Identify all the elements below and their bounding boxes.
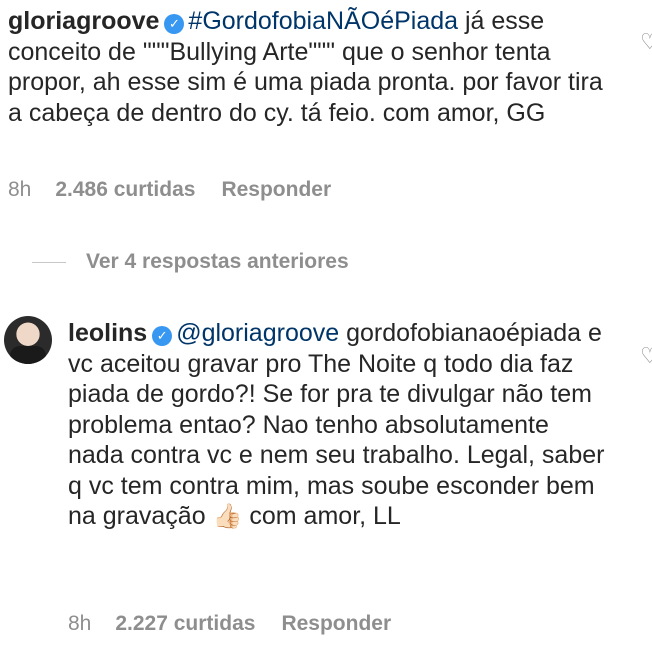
- verified-badge-icon: ✓: [152, 326, 173, 346]
- view-replies-label: Ver 4 respostas anteriores: [86, 250, 349, 273]
- thumbs-up-emoji-icon: 👍🏻: [212, 503, 243, 530]
- heart-icon[interactable]: ♡: [640, 31, 652, 53]
- comment-text: leolins ✓ @gloriagroove gordofobianaoépiad…: [68, 318, 608, 533]
- username-link[interactable]: gloriagroove: [8, 7, 159, 35]
- comment-time: 8h: [8, 178, 32, 201]
- comment-body-end: com amor, LL: [242, 502, 401, 530]
- reply-button[interactable]: Responder: [221, 178, 331, 201]
- comment-meta: 8h 2.227 curtidas Responder: [68, 612, 417, 636]
- verified-badge-icon: ✓: [164, 14, 185, 34]
- likes-count[interactable]: 2.486 curtidas: [55, 178, 195, 201]
- heart-icon[interactable]: ♡: [640, 345, 652, 367]
- reply-button[interactable]: Responder: [281, 612, 391, 635]
- hashtag-link[interactable]: #GordofobiaNÃOéPiada: [188, 7, 458, 35]
- comment-time: 8h: [68, 612, 92, 635]
- mention-link[interactable]: @gloriagroove: [176, 319, 339, 347]
- likes-count[interactable]: 2.227 curtidas: [115, 612, 255, 635]
- divider-line: [32, 261, 66, 263]
- view-replies-button[interactable]: Ver 4 respostas anteriores: [32, 250, 349, 274]
- comment-body: gordofobianaoépiada e vc aceitou gravar …: [68, 319, 605, 530]
- comment-meta: 8h 2.486 curtidas Responder: [8, 178, 357, 202]
- username-link[interactable]: leolins: [68, 319, 147, 347]
- comment-text: gloriagroove ✓ #GordofobiaNÃOéPiada já ess…: [8, 6, 608, 128]
- avatar[interactable]: [4, 316, 52, 364]
